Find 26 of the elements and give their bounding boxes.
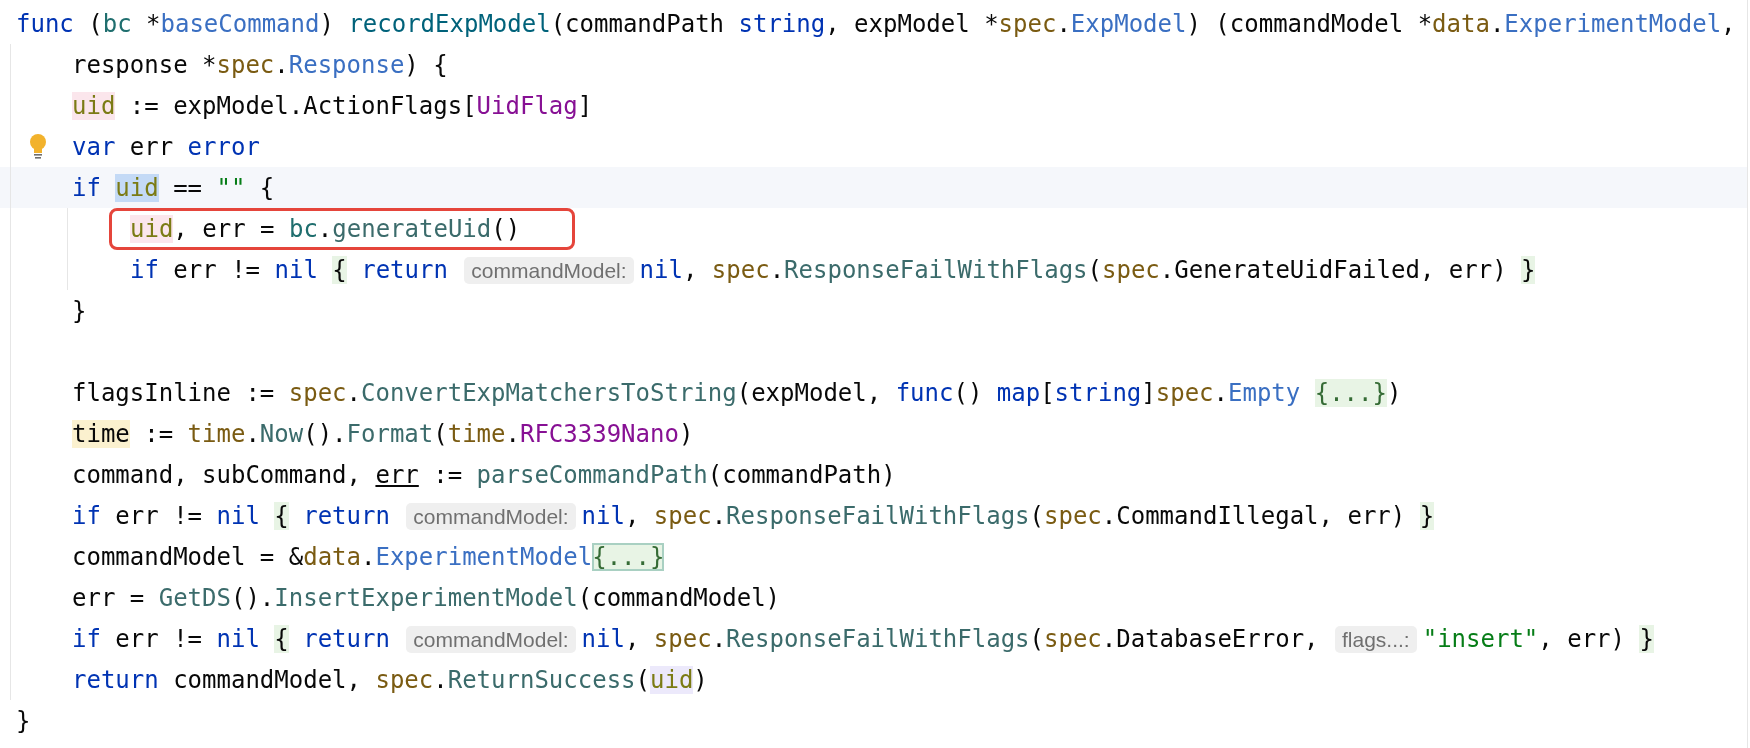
lightbulb-icon[interactable] <box>28 133 48 159</box>
code-text: "insert", err) } <box>1422 624 1654 653</box>
code-text: uid, err = bc.generateUid() <box>130 214 521 243</box>
code-text: func (bc *baseCommand) recordExpModel(commandPath string, expModel *spec.ExpModel) (commandModel *data.ExperimentModel, <box>16 9 1736 38</box>
code-text: command, subCommand, err := parseCommandPath(commandPath) <box>72 460 896 489</box>
code-text: return commandModel, spec.ReturnSuccess(uid) <box>72 665 708 694</box>
code-text: nil, spec.ResponseFailWithFlags(spec.DatabaseError, <box>581 624 1320 653</box>
inlay-hint: commandModel: <box>406 625 576 653</box>
code-text: if err != nil { return <box>72 501 391 530</box>
code-text: response *spec.Response) { <box>72 50 448 79</box>
code-text: time := time.Now().Format(time.RFC3339Nano) <box>72 419 694 448</box>
inlay-hint: flags...: <box>1335 625 1417 653</box>
code-text: var err error <box>72 132 260 161</box>
code-text: uid := expModel.ActionFlags[UidFlag] <box>72 91 593 120</box>
code-text: err = GetDS().InsertExperimentModel(commandModel) <box>72 583 781 612</box>
inlay-hint: commandModel: <box>464 256 634 284</box>
code-text: if uid == "" { <box>72 173 275 202</box>
code-text: flagsInline := spec.ConvertExpMatchersToString(expModel, func() map[string]spec.Empty {...}) <box>72 378 1402 407</box>
code-text: } <box>72 296 87 325</box>
code-text: if err != nil { return <box>130 255 449 284</box>
inlay-hint: commandModel: <box>406 502 576 530</box>
code-text: } <box>16 706 31 735</box>
code-text: nil, spec.ResponseFailWithFlags(spec.GenerateUidFailed, err) } <box>639 255 1536 284</box>
code-text: if err != nil { return <box>72 624 391 653</box>
code-text: commandModel = &data.ExperimentModel{...} <box>72 542 665 571</box>
code-text: nil, spec.ResponseFailWithFlags(spec.CommandIllegal, err) } <box>581 501 1435 530</box>
